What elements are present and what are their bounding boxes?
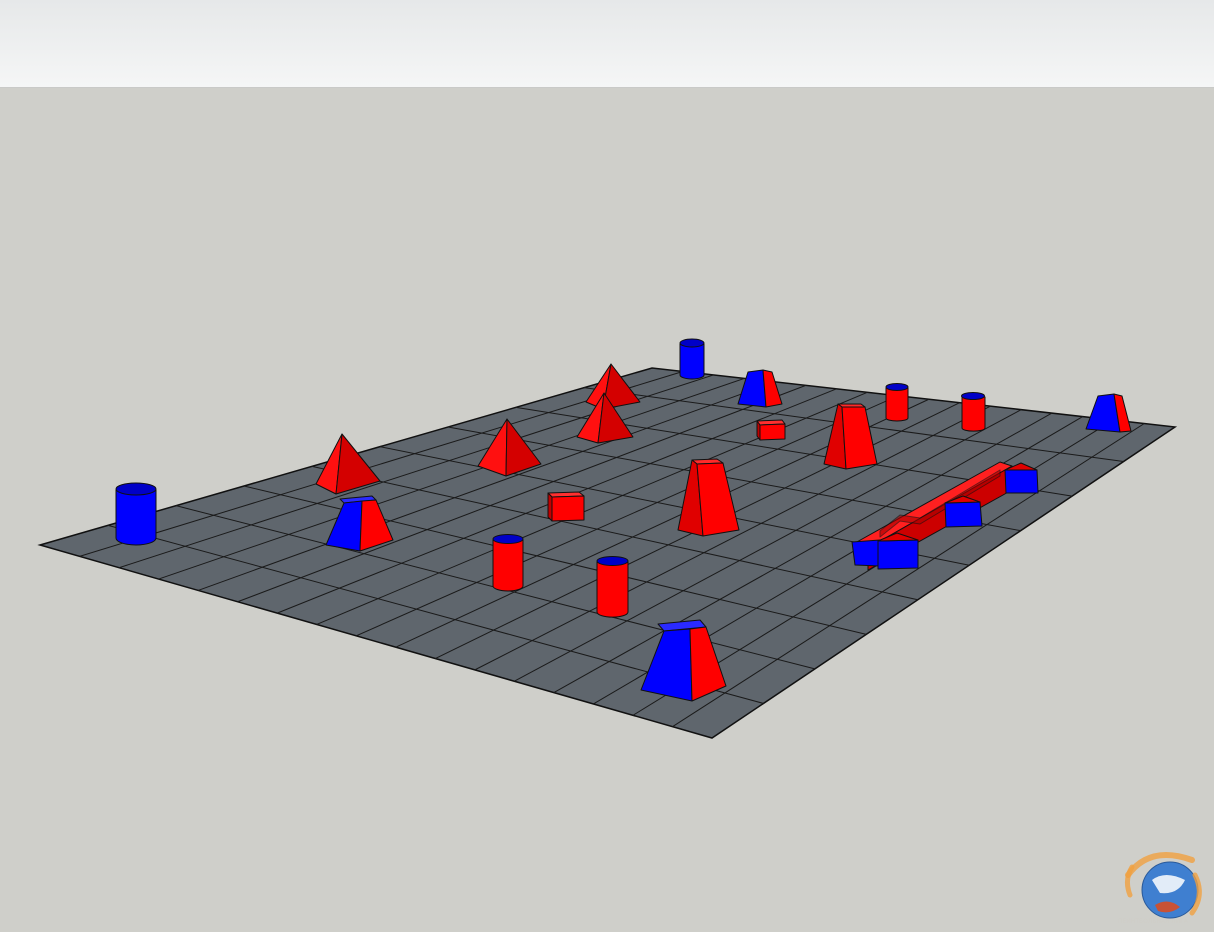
box-bunker-red-center[interactable] [547, 491, 585, 522]
cylinder-bunker-red-back-2[interactable] [961, 392, 986, 432]
cylinder-bunker-red-back-1[interactable] [885, 383, 909, 422]
cylinder-bunker-blue-left[interactable] [115, 482, 157, 546]
paintball-field-scene: .ed { stroke: #111; stroke-width: 1; str… [37, 338, 1178, 739]
box-bunker-red-back[interactable] [756, 419, 786, 441]
cylinder-bunker-red-front-2[interactable] [596, 556, 629, 618]
globe-logo-icon: ПЕЙНТБОЛЬНАЯ ЛИГА [1118, 852, 1202, 925]
model-viewport[interactable]: .ed { stroke: #111; stroke-width: 1; str… [0, 87, 1214, 932]
cylinder-bunker-red-front-1[interactable] [492, 534, 524, 592]
logo-text: ПЕЙНТБОЛЬНАЯ ЛИГА [1118, 918, 1189, 925]
toolbar-area [0, 0, 1214, 88]
trapezoid-bunker-blue-right[interactable] [1085, 393, 1132, 433]
trapezoid-bunker-blue-back[interactable] [737, 369, 783, 408]
cylinder-bunker-blue-back[interactable] [679, 338, 705, 380]
